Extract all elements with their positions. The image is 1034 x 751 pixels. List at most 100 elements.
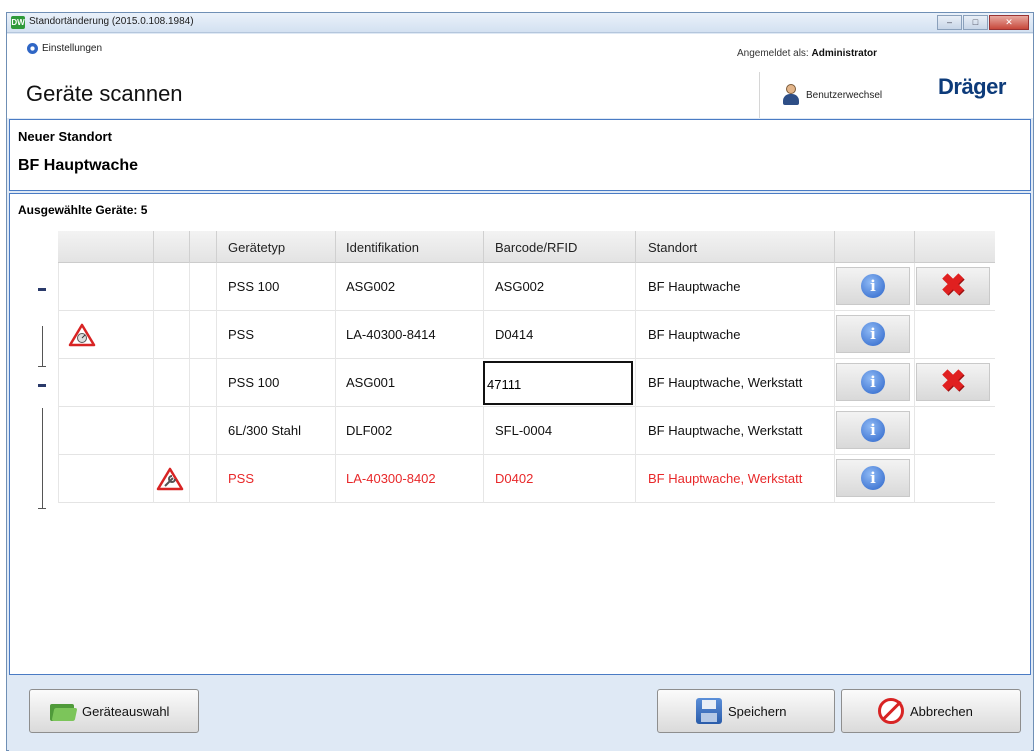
collapse-icon[interactable] <box>38 384 46 387</box>
save-button[interactable]: Speichern <box>657 689 835 733</box>
column-divider <box>189 231 190 263</box>
maximize-icon[interactable]: □ <box>963 15 988 30</box>
app-window: DW Standortänderung (2015.0.108.1984) – … <box>6 12 1034 751</box>
user-switch-button[interactable]: Benutzerwechsel <box>759 72 909 118</box>
group-line <box>42 408 43 508</box>
close-icon[interactable]: ✕ <box>989 15 1029 30</box>
logged-in-info: Angemeldet als: Administrator <box>737 48 877 59</box>
row-divider <box>483 311 484 359</box>
row-divider <box>635 263 636 311</box>
cell-type: PSS 100 <box>228 375 280 390</box>
info-button[interactable]: i <box>836 459 910 497</box>
user-icon <box>782 84 800 106</box>
device-select-label: Geräteauswahl <box>82 703 170 719</box>
device-select-button[interactable]: Geräteauswahl <box>29 689 199 733</box>
devices-panel: Ausgewählte Geräte: 5 Gerätetyp Identifi… <box>9 193 1031 675</box>
row-divider <box>189 407 190 455</box>
title-bar: DW Standortänderung (2015.0.108.1984) – … <box>7 13 1033 33</box>
save-label: Speichern <box>728 703 787 719</box>
row-divider <box>216 263 217 311</box>
devices-table: Gerätetyp Identifikation Barcode/RFID St… <box>58 231 995 503</box>
row-divider <box>216 407 217 455</box>
row-divider <box>153 263 154 311</box>
logged-in-user: Administrator <box>811 48 878 59</box>
info-button[interactable]: i <box>836 363 910 401</box>
location-label: Neuer Standort <box>18 129 112 144</box>
column-header-type[interactable]: Gerätetyp <box>228 240 285 255</box>
info-button[interactable]: i <box>836 411 910 449</box>
info-button[interactable]: i <box>836 267 910 305</box>
row-divider <box>834 311 835 359</box>
row-divider <box>153 407 154 455</box>
cell-type: PSS 100 <box>228 279 280 294</box>
row-divider <box>153 455 154 503</box>
row-divider <box>216 359 217 407</box>
cell-type: PSS <box>228 327 255 342</box>
column-divider <box>216 231 217 263</box>
cell-id: DLF002 <box>346 423 393 438</box>
column-header-location[interactable]: Standort <box>648 240 697 255</box>
column-divider <box>153 231 154 263</box>
remove-button[interactable]: ✖ <box>916 363 990 401</box>
row-divider <box>635 359 636 407</box>
info-icon: i <box>861 370 885 394</box>
cell-location: BF Hauptwache <box>648 327 741 342</box>
row-divider <box>914 263 915 311</box>
table-row[interactable]: PSS 100 ASG001 47111 BF Hauptwache, Werk… <box>58 359 995 407</box>
column-header-barcode[interactable]: Barcode/RFID <box>495 240 577 255</box>
cell-id: LA-40300-8402 <box>346 471 436 486</box>
row-divider <box>216 455 217 503</box>
column-divider <box>834 231 835 263</box>
cancel-button[interactable]: Abbrechen <box>841 689 1021 733</box>
row-divider <box>58 263 59 311</box>
row-divider <box>335 311 336 359</box>
window-controls: – □ ✕ <box>937 15 1029 30</box>
footer-bar: Geräteauswahl Speichern Abbrechen <box>9 677 1031 751</box>
column-divider <box>335 231 336 263</box>
row-divider <box>189 359 190 407</box>
table-row[interactable]: PSS LA-40300-8402 D0402 BF Hauptwache, W… <box>58 455 995 503</box>
table-row[interactable]: 6L/300 Stahl DLF002 SFL-0004 BF Hauptwac… <box>58 407 995 455</box>
row-divider <box>834 407 835 455</box>
cell-barcode: ASG002 <box>495 279 545 294</box>
devices-count-label: Ausgewählte Geräte: 5 <box>18 203 148 217</box>
save-disk-icon <box>696 698 722 724</box>
remove-button[interactable]: ✖ <box>916 267 990 305</box>
info-icon: i <box>861 466 885 490</box>
brand-logo: Dräger <box>938 74 1006 99</box>
cell-barcode: D0414 <box>495 327 534 342</box>
row-divider <box>153 311 154 359</box>
column-header-id[interactable]: Identifikation <box>346 240 419 255</box>
row-divider <box>914 359 915 407</box>
cell-id: ASG001 <box>346 375 396 390</box>
cell-type: PSS <box>228 471 255 486</box>
minimize-icon[interactable]: – <box>937 15 962 30</box>
cell-type: 6L/300 Stahl <box>228 423 302 438</box>
collapse-icon[interactable] <box>38 288 46 291</box>
row-divider <box>335 407 336 455</box>
group-indicator[interactable] <box>38 384 48 514</box>
row-divider <box>335 455 336 503</box>
delete-x-icon: ✖ <box>940 365 966 398</box>
location-panel: Neuer Standort BF Hauptwache <box>9 119 1031 191</box>
row-divider <box>483 263 484 311</box>
cell-barcode: SFL-0004 <box>495 423 553 438</box>
table-row[interactable]: PSS LA-40300-8414 D0414 BF Hauptwache i <box>58 311 995 359</box>
row-divider <box>153 359 154 407</box>
row-divider <box>483 407 484 455</box>
settings-link[interactable]: Einstellungen <box>27 43 102 54</box>
row-divider <box>216 311 217 359</box>
table-row[interactable]: PSS 100 ASG002 ASG002 BF Hauptwache i ✖ <box>58 263 995 311</box>
group-indicator[interactable] <box>38 288 48 384</box>
row-divider <box>58 455 59 503</box>
delete-x-icon: ✖ <box>940 269 966 302</box>
window-title: Standortänderung (2015.0.108.1984) <box>29 16 194 27</box>
group-line-end <box>38 366 46 367</box>
info-button[interactable]: i <box>836 315 910 353</box>
warning-gauge-icon <box>68 323 96 347</box>
barcode-edit-field[interactable]: 47111 <box>483 361 633 405</box>
info-icon: i <box>861 274 885 298</box>
group-line-end <box>38 508 46 509</box>
user-switch-label: Benutzerwechsel <box>806 89 883 101</box>
row-divider <box>189 311 190 359</box>
